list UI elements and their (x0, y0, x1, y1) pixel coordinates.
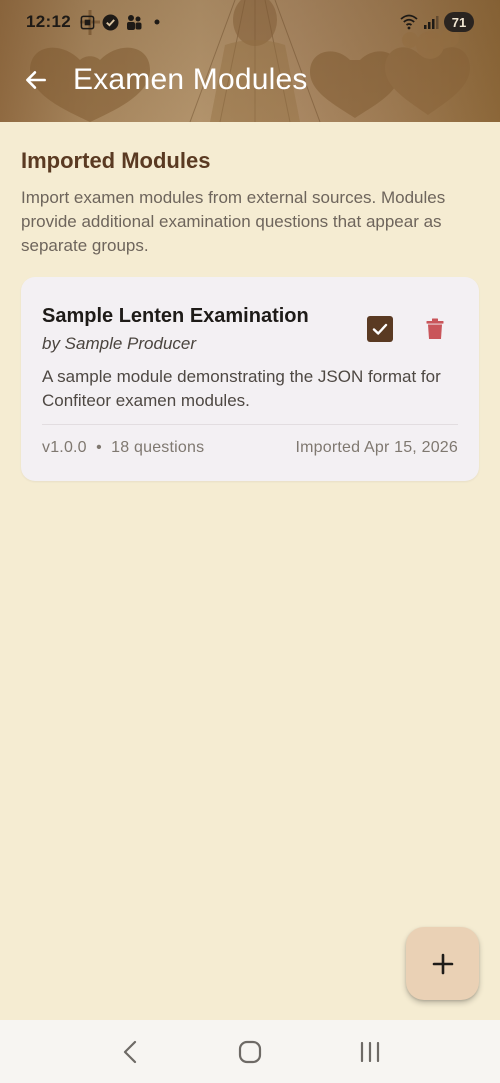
module-imported-date: Imported Apr 15, 2026 (295, 439, 458, 456)
system-nav-bar (0, 1020, 500, 1083)
check-circle-icon (102, 13, 120, 31)
module-version-questions: v1.0.0 • 18 questions (42, 439, 205, 456)
module-card[interactable]: Sample Lenten Examination by Sample Prod… (21, 277, 479, 481)
wifi-icon (400, 13, 418, 31)
module-enabled-checkbox[interactable] (367, 316, 393, 342)
section-description: Import examen modules from external sour… (21, 188, 446, 255)
back-button[interactable] (12, 56, 60, 104)
status-time: 12:12 (26, 12, 71, 31)
module-title: Sample Lenten Examination (42, 305, 309, 327)
dot-icon (148, 13, 166, 31)
section-title: Imported Modules (21, 148, 211, 173)
back-icon (123, 1040, 137, 1063)
add-module-button[interactable] (406, 927, 479, 1000)
module-author: by Sample Producer (42, 334, 197, 353)
nav-recents-button[interactable] (350, 1032, 390, 1072)
header: 12:12 71 Examen Modules (0, 0, 500, 122)
recents-icon (360, 1041, 380, 1062)
app-bar: Examen Modules (0, 52, 500, 108)
nav-home-button[interactable] (230, 1032, 270, 1072)
people-icon (125, 13, 143, 31)
trash-icon (426, 318, 444, 339)
content: Imported Modules Import examen modules f… (21, 148, 479, 258)
divider (42, 424, 458, 425)
page-title: Examen Modules (73, 63, 308, 96)
module-description: A sample module demonstrating the JSON f… (42, 367, 441, 410)
plus-icon (432, 953, 453, 974)
nav-back-button[interactable] (110, 1032, 150, 1072)
home-icon (238, 1040, 262, 1063)
arrow-left-icon (26, 71, 46, 89)
battery-icon: 71 (444, 12, 474, 32)
delete-module-button[interactable] (421, 315, 449, 343)
screenshot-icon (79, 13, 97, 31)
check-icon (372, 323, 388, 335)
status-bar: 12:12 71 (0, 0, 500, 44)
signal-icon (422, 13, 440, 31)
